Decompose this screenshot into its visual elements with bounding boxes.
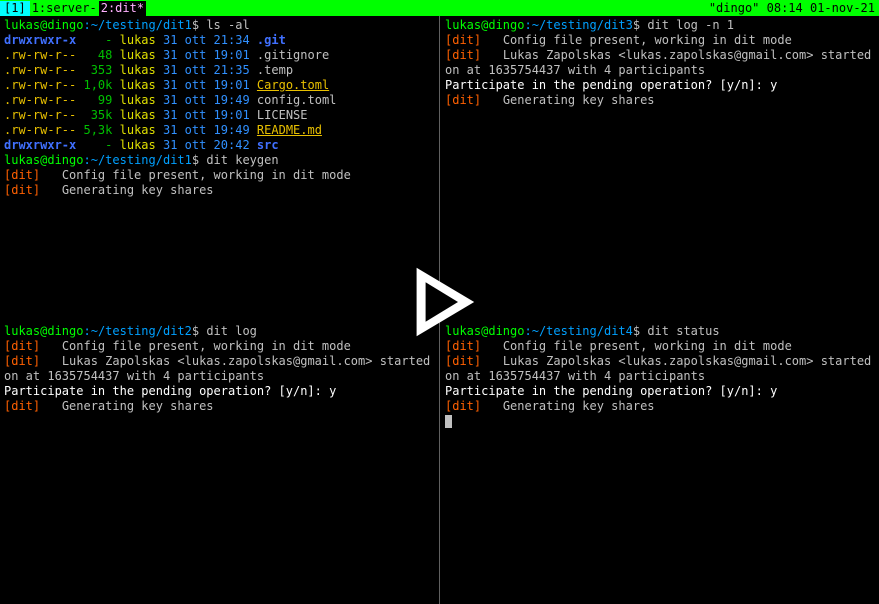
command: ls -al	[206, 18, 249, 32]
prompt-line: lukas@dingo:~/testing/dit4$ dit status	[445, 324, 875, 339]
prompt-line: lukas@dingo:~/testing/dit2$ dit log	[4, 324, 434, 339]
output-line: [dit] Lukas Zapolskas <lukas.zapolskas@g…	[445, 48, 875, 63]
ls-row: .rw-rw-r-- 99 lukas 31 ott 19:49 config.…	[4, 93, 434, 108]
command: dit log	[206, 324, 257, 338]
output-line: [dit] Config file present, working in di…	[4, 168, 434, 183]
pane-dit4[interactable]: lukas@dingo:~/testing/dit4$ dit status […	[441, 322, 879, 604]
output-line: Participate in the pending operation? [y…	[4, 384, 434, 399]
pane-dit1[interactable]: lukas@dingo:~/testing/dit1$ ls -al drwxr…	[0, 16, 438, 322]
ls-row: .rw-rw-r-- 35k lukas 31 ott 19:01 LICENS…	[4, 108, 434, 123]
ls-row: drwxrwxr-x - lukas 31 ott 20:42 src	[4, 138, 434, 153]
output-line: [dit] Generating key shares	[445, 399, 875, 414]
pane-dit2[interactable]: lukas@dingo:~/testing/dit2$ dit log [dit…	[0, 322, 438, 604]
cursor-line	[445, 414, 875, 429]
output-line: Participate in the pending operation? [y…	[445, 384, 875, 399]
command: dit log -n 1	[647, 18, 734, 32]
session-indicator: [1]	[0, 1, 30, 16]
output-line: on at 1635754437 with 4 participants	[445, 63, 875, 78]
output-line: [dit] Config file present, working in di…	[445, 339, 875, 354]
ls-row: drwxrwxr-x - lukas 31 ott 21:34 .git	[4, 33, 434, 48]
command: dit status	[647, 324, 719, 338]
output-line: [dit] Config file present, working in di…	[445, 33, 875, 48]
ls-row: .rw-rw-r-- 353 lukas 31 ott 21:35 .temp	[4, 63, 434, 78]
output-line: on at 1635754437 with 4 participants	[4, 369, 434, 384]
output-line: [dit] Generating key shares	[4, 183, 434, 198]
command: dit keygen	[206, 153, 278, 167]
output-line: [dit] Generating key shares	[4, 399, 434, 414]
statusbar-left: [1] 1:server- 2:dit*	[0, 1, 146, 16]
window-tab-1[interactable]: 1:server-	[30, 1, 99, 16]
output-line: [dit] Generating key shares	[445, 93, 875, 108]
statusbar-right: "dingo" 08:14 01-nov-21	[709, 1, 875, 16]
prompt-line: lukas@dingo:~/testing/dit1$ ls -al	[4, 18, 434, 33]
output-line: [dit] Lukas Zapolskas <lukas.zapolskas@g…	[4, 354, 434, 369]
output-line: [dit] Lukas Zapolskas <lukas.zapolskas@g…	[445, 354, 875, 369]
prompt-line: lukas@dingo:~/testing/dit3$ dit log -n 1	[445, 18, 875, 33]
pane-dit3[interactable]: lukas@dingo:~/testing/dit3$ dit log -n 1…	[441, 16, 879, 322]
output-line: Participate in the pending operation? [y…	[445, 78, 875, 93]
prompt-line: lukas@dingo:~/testing/dit1$ dit keygen	[4, 153, 434, 168]
ls-row: .rw-rw-r-- 1,0k lukas 31 ott 19:01 Cargo…	[4, 78, 434, 93]
ls-output: drwxrwxr-x - lukas 31 ott 21:34 .git.rw-…	[4, 33, 434, 153]
output-line: [dit] Config file present, working in di…	[4, 339, 434, 354]
tmux-statusbar: [1] 1:server- 2:dit* "dingo" 08:14 01-no…	[0, 0, 879, 16]
output-line: on at 1635754437 with 4 participants	[445, 369, 875, 384]
window-tab-2[interactable]: 2:dit*	[99, 1, 146, 16]
cursor	[445, 415, 452, 428]
ls-row: .rw-rw-r-- 48 lukas 31 ott 19:01 .gitign…	[4, 48, 434, 63]
ls-row: .rw-rw-r-- 5,3k lukas 31 ott 19:49 READM…	[4, 123, 434, 138]
